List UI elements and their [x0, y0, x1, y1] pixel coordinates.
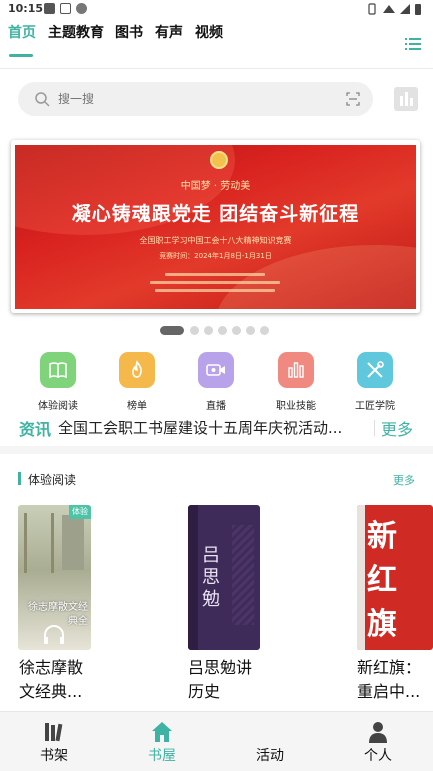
person-icon	[369, 722, 387, 743]
app-screen: 10:15 首页 主题教育 图书 有声 视频 搜一搜 中国梦 · 劳动美 凝心铸…	[0, 0, 433, 771]
tab-audio[interactable]: 有声	[155, 22, 183, 42]
news-tag: 资讯	[19, 420, 52, 439]
nav-bookshelf[interactable]: 书架	[14, 712, 94, 771]
book-title[interactable]: 吕思勉讲 历史	[188, 656, 252, 704]
book-title[interactable]: 徐志摩散 文经典...	[19, 656, 83, 704]
cover-title: 新红旗	[367, 519, 397, 642]
carousel-dot[interactable]	[218, 326, 227, 335]
activity-icon	[258, 720, 282, 744]
book-title-line: 徐志摩散	[19, 658, 84, 677]
book-cover-xinhongqi[interactable]: 新红旗	[357, 505, 433, 650]
quick-link-label: 职业技能	[276, 401, 316, 412]
bug-icon	[76, 3, 87, 14]
system-status-icons	[368, 3, 421, 15]
carousel-dot[interactable]	[246, 326, 255, 335]
quick-link-live[interactable]	[198, 352, 234, 388]
quick-link-craftsman-academy[interactable]	[357, 352, 393, 388]
quick-link-ranking[interactable]	[119, 352, 155, 388]
banner-subtitle: 全国职工学习中国工会十八大精神知识竞赛	[139, 236, 292, 245]
quick-link-label: 直播	[206, 401, 226, 412]
section-marker	[18, 472, 21, 485]
nav-label: 书屋	[148, 748, 176, 764]
active-tab-indicator	[9, 54, 33, 57]
scan-icon[interactable]	[346, 92, 360, 106]
quick-link-trial-reading[interactable]	[40, 352, 76, 388]
nav-activity[interactable]: 活动	[230, 712, 310, 771]
carousel-dot[interactable]	[204, 326, 213, 335]
tab-home[interactable]: 首页	[8, 22, 36, 42]
nav-label: 个人	[364, 748, 392, 764]
bar-chart-icon	[400, 92, 413, 106]
section-more-link[interactable]: 更多	[393, 472, 415, 488]
bottom-navigation: 书架 书屋 活动 个人	[0, 711, 433, 771]
video-icon	[206, 364, 225, 376]
banner-fine-print	[155, 289, 275, 292]
quick-link-label: 工匠学院	[355, 401, 395, 412]
tab-books[interactable]: 图书	[115, 22, 143, 42]
search-input[interactable]	[58, 89, 318, 109]
news-ticker: 资讯 全国工会职工书屋建设十五周年庆祝活动... 更多	[0, 416, 433, 440]
section-gap	[0, 446, 433, 454]
tools-icon	[367, 361, 384, 378]
trial-badge: 体验	[69, 505, 91, 519]
notification-icon	[60, 3, 71, 14]
cover-art	[62, 515, 84, 570]
search-bar[interactable]	[18, 82, 373, 116]
promo-banner[interactable]: 中国梦 · 劳动美 凝心铸魂跟党走 团结奋斗新征程 全国职工学习中国工会十八大精…	[15, 145, 416, 309]
banner-fine-print	[150, 281, 280, 284]
tab-video[interactable]: 视频	[195, 22, 223, 42]
headphones-icon	[44, 625, 64, 644]
carousel-dot[interactable]	[160, 326, 184, 335]
cover-title: 吕思勉	[202, 545, 220, 610]
carousel-dot[interactable]	[190, 326, 199, 335]
book-cover-xuzhimo[interactable]: 体验 徐志摩散文经典全	[18, 505, 91, 650]
banner-title: 凝心铸魂跟党走 团结奋斗新征程	[71, 203, 360, 225]
quick-link-label: 榜单	[127, 401, 147, 412]
book-title-line: 吕思勉讲	[188, 658, 253, 677]
category-tabs: 首页 主题教育 图书 有声 视频	[0, 18, 433, 57]
banner-fine-print	[165, 273, 265, 276]
carousel-dot[interactable]	[232, 326, 241, 335]
cover-art	[24, 513, 54, 573]
book-title-line: 新红旗：	[357, 658, 422, 677]
banner-date: 竞赛时间：2024年1月8日-1月31日	[159, 252, 272, 260]
bars-icon	[288, 362, 304, 378]
book-title-line: 历史	[188, 682, 221, 701]
bookshelf-icon	[45, 723, 63, 742]
quick-link-vocational-skills[interactable]	[278, 352, 314, 388]
carousel-dot[interactable]	[260, 326, 269, 335]
status-bar: 10:15	[0, 0, 433, 18]
nav-bookhouse[interactable]: 书屋	[122, 712, 202, 771]
flame-icon	[132, 360, 142, 378]
book-title-line: 重启中...	[357, 682, 421, 701]
home-icon	[152, 722, 172, 742]
news-headline[interactable]: 全国工会职工书屋建设十五周年庆祝活动...	[58, 417, 366, 438]
nav-label: 活动	[256, 748, 284, 764]
cover-spine	[357, 505, 365, 650]
category-menu-icon[interactable]	[405, 38, 421, 50]
ranking-button[interactable]	[394, 87, 418, 111]
section-title: 体验阅读	[28, 473, 77, 487]
nav-profile[interactable]: 个人	[338, 712, 418, 771]
news-divider	[374, 420, 375, 436]
book-title[interactable]: 新红旗： 重启中...	[357, 656, 421, 704]
union-emblem-icon	[210, 151, 228, 169]
banner-header: 中国梦 · 劳动美	[180, 181, 251, 192]
book-icon	[49, 362, 67, 379]
news-more-link[interactable]: 更多	[381, 416, 413, 440]
quick-link-label: 体验阅读	[38, 401, 78, 412]
search-icon	[35, 92, 50, 107]
status-time: 10:15	[8, 2, 44, 15]
cover-spine	[188, 505, 198, 650]
book-cover-lusimian[interactable]: 吕思勉	[188, 505, 260, 650]
header-divider	[0, 68, 433, 69]
notification-icon	[44, 3, 55, 14]
cover-art	[232, 525, 254, 625]
book-title-line: 文经典...	[19, 682, 83, 701]
tab-theme-education[interactable]: 主题教育	[48, 22, 104, 42]
nav-label: 书架	[40, 748, 68, 764]
